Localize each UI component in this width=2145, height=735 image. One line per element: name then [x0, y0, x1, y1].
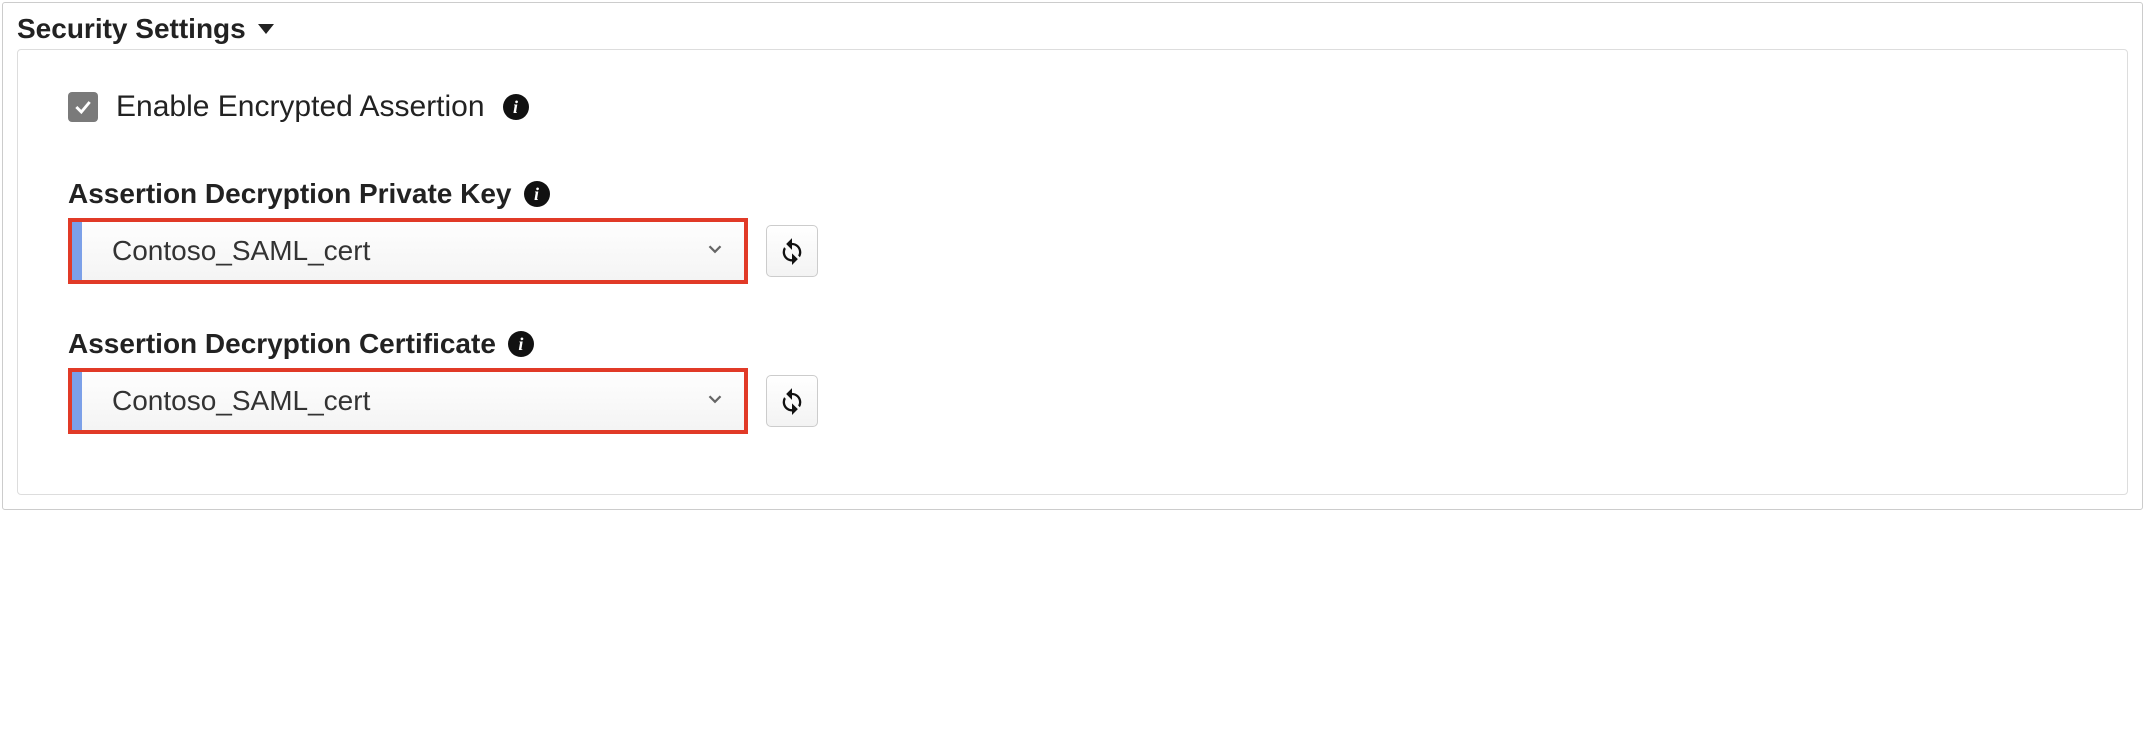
assertion-decryption-private-key-select[interactable]: Contoso_SAML_cert — [72, 222, 744, 280]
certificate-refresh-button[interactable] — [766, 375, 818, 427]
caret-down-icon — [258, 24, 274, 34]
refresh-icon — [778, 237, 806, 265]
select-row: Contoso_SAML_cert — [68, 218, 2077, 284]
assertion-decryption-private-key-label: Assertion Decryption Private Key — [68, 178, 512, 210]
section-title: Security Settings — [17, 13, 246, 45]
chevron-down-icon — [704, 388, 726, 415]
private-key-refresh-button[interactable] — [766, 225, 818, 277]
enable-encrypted-assertion-row: Enable Encrypted Assertion i — [68, 90, 2077, 124]
info-icon[interactable]: i — [508, 331, 534, 357]
assertion-decryption-private-key-group: Assertion Decryption Private Key i Conto… — [68, 178, 2077, 284]
refresh-icon — [778, 387, 806, 415]
field-label-row: Assertion Decryption Private Key i — [68, 178, 2077, 210]
info-icon[interactable]: i — [524, 181, 550, 207]
select-value: Contoso_SAML_cert — [112, 385, 704, 417]
chevron-down-icon — [704, 238, 726, 265]
security-settings-panel: Enable Encrypted Assertion i Assertion D… — [17, 49, 2128, 495]
field-label-row: Assertion Decryption Certificate i — [68, 328, 2077, 360]
assertion-decryption-certificate-label: Assertion Decryption Certificate — [68, 328, 496, 360]
enable-encrypted-assertion-checkbox[interactable] — [68, 92, 98, 122]
assertion-decryption-certificate-select[interactable]: Contoso_SAML_cert — [72, 372, 744, 430]
private-key-select-highlight: Contoso_SAML_cert — [68, 218, 748, 284]
checkmark-icon — [73, 97, 93, 117]
select-value: Contoso_SAML_cert — [112, 235, 704, 267]
certificate-select-highlight: Contoso_SAML_cert — [68, 368, 748, 434]
security-settings-container: Security Settings Enable Encrypted Asser… — [2, 2, 2143, 510]
select-row: Contoso_SAML_cert — [68, 368, 2077, 434]
info-icon[interactable]: i — [503, 94, 529, 120]
assertion-decryption-certificate-group: Assertion Decryption Certificate i Conto… — [68, 328, 2077, 434]
enable-encrypted-assertion-label: Enable Encrypted Assertion — [116, 90, 485, 124]
security-settings-header-toggle[interactable]: Security Settings — [17, 13, 2128, 45]
